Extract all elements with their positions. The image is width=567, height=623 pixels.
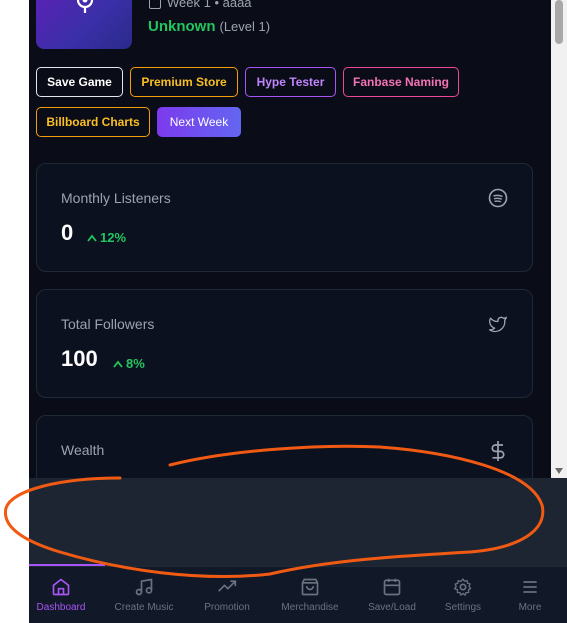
checkbox-icon xyxy=(149,0,161,9)
nav-item-merchandise[interactable]: Merchandise xyxy=(272,567,348,623)
change-value: 8% xyxy=(126,356,145,371)
home-icon xyxy=(52,578,70,596)
fanbase-naming-button[interactable]: Fanbase Naming xyxy=(343,67,459,97)
nav-label: Save/Load xyxy=(368,602,416,613)
scrollbar[interactable] xyxy=(551,0,567,478)
nav-item-settings[interactable]: Settings xyxy=(425,567,501,623)
nav-item-save-load[interactable]: Save/Load xyxy=(354,567,430,623)
premium-store-button[interactable]: Premium Store xyxy=(130,67,238,97)
card-title: Total Followers xyxy=(61,316,155,332)
app-window: Week 1 • aaaa Unknown (Level 1) Save Game… xyxy=(29,0,567,623)
shopping-bag-icon xyxy=(301,578,319,596)
spotify-icon xyxy=(488,188,508,208)
gear-icon xyxy=(453,578,472,596)
twitter-icon xyxy=(489,316,507,333)
dollar-icon xyxy=(491,441,505,461)
nav-label: Dashboard xyxy=(36,602,86,613)
nav-item-create-music[interactable]: Create Music xyxy=(106,567,182,623)
artist-status: Unknown (Level 1) xyxy=(148,18,270,35)
nav-item-promotion[interactable]: Promotion xyxy=(189,567,265,623)
scrollbar-thumb[interactable] xyxy=(555,0,563,44)
save-game-button[interactable]: Save Game xyxy=(36,67,123,97)
trending-icon xyxy=(218,580,237,592)
nav-label: More xyxy=(518,602,542,613)
hype-tester-button[interactable]: Hype Tester xyxy=(245,67,336,97)
nav-item-dashboard[interactable]: Dashboard xyxy=(29,567,99,623)
change-indicator: 8% xyxy=(113,356,145,371)
calendar-icon xyxy=(383,578,401,596)
card-value: 100 xyxy=(61,346,98,371)
week-indicator: Week 1 • aaaa xyxy=(149,0,252,10)
change-value: 12% xyxy=(100,230,127,245)
nav-label: Settings xyxy=(444,602,482,613)
scroll-down-arrow[interactable] xyxy=(555,468,563,474)
monthly-listeners-card: Monthly Listeners 0 12% xyxy=(36,163,533,272)
overlay-panel xyxy=(29,478,567,566)
arrow-up-icon xyxy=(87,234,97,242)
nav-label: Merchandise xyxy=(281,602,339,613)
card-value: 0 xyxy=(61,220,74,245)
status-level: (Level 1) xyxy=(219,19,271,34)
card-title: Wealth xyxy=(61,442,105,458)
bottom-navigation: Dashboard Create Music Promotion Merchan… xyxy=(29,566,567,623)
change-indicator: 12% xyxy=(87,230,126,245)
artist-avatar[interactable] xyxy=(36,0,132,49)
music-note-icon xyxy=(135,578,153,596)
menu-icon xyxy=(523,581,537,593)
nav-label: Promotion xyxy=(204,602,250,613)
arrow-up-icon xyxy=(113,360,123,368)
next-week-button[interactable]: Next Week xyxy=(157,107,241,137)
total-followers-card: Total Followers 100 8% xyxy=(36,289,533,398)
nav-item-more[interactable]: More xyxy=(492,567,567,623)
nav-label: Create Music xyxy=(114,602,174,613)
status-name: Unknown xyxy=(148,18,216,35)
week-text: Week 1 • aaaa xyxy=(167,0,252,10)
microphone-icon xyxy=(76,0,94,13)
billboard-charts-button[interactable]: Billboard Charts xyxy=(36,107,150,137)
card-title: Monthly Listeners xyxy=(61,190,171,206)
